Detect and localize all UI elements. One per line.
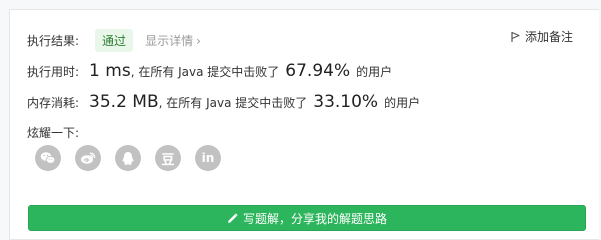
runtime-label: 执行用时: bbox=[27, 64, 80, 79]
memory-value: 35.2 MB bbox=[89, 92, 159, 112]
memory-prefix: , 在所有 Java 提交中击败了 bbox=[158, 95, 308, 110]
result-row: 执行结果: 通过 显示详情 › bbox=[27, 29, 201, 52]
add-note-button[interactable]: 添加备注 bbox=[510, 28, 573, 45]
memory-percent: 33.10% bbox=[313, 92, 379, 112]
chevron-right-icon: › bbox=[196, 33, 201, 48]
flag-icon bbox=[511, 31, 520, 42]
result-card: 执行结果: 通过 显示详情 › 添加备注 执行用时: 1 ms , 在所有 Ja… bbox=[9, 9, 599, 240]
memory-suffix: 的用户 bbox=[384, 95, 421, 110]
show-detail-link[interactable]: 显示详情 › bbox=[145, 32, 201, 49]
write-solution-label: 写题解，分享我的解题思路 bbox=[242, 211, 387, 226]
status-badge: 通过 bbox=[95, 29, 134, 52]
wechat-icon[interactable] bbox=[35, 145, 61, 171]
runtime-percent: 67.94% bbox=[285, 61, 351, 81]
share-title: 炫耀一下: bbox=[27, 126, 80, 140]
weibo-icon[interactable] bbox=[75, 145, 101, 171]
write-solution-button[interactable]: 写题解，分享我的解题思路 bbox=[28, 205, 586, 231]
runtime-value: 1 ms bbox=[89, 61, 131, 81]
pencil-icon bbox=[227, 212, 238, 223]
show-detail-label: 显示详情 bbox=[145, 34, 194, 48]
result-label: 执行结果: bbox=[27, 34, 80, 48]
runtime-suffix: 的用户 bbox=[356, 64, 393, 79]
memory-label: 内存消耗: bbox=[27, 95, 80, 110]
douban-icon[interactable]: 豆 bbox=[155, 145, 181, 171]
memory-row: 内存消耗: 35.2 MB , 在所有 Java 提交中击败了 33.10% 的… bbox=[27, 92, 420, 112]
linkedin-icon[interactable]: in bbox=[195, 145, 221, 171]
qq-icon[interactable] bbox=[115, 145, 141, 171]
share-icons: 豆 in bbox=[35, 145, 235, 171]
add-note-label: 添加备注 bbox=[524, 30, 573, 44]
runtime-row: 执行用时: 1 ms , 在所有 Java 提交中击败了 67.94% 的用户 bbox=[27, 61, 392, 81]
runtime-prefix: , 在所有 Java 提交中击败了 bbox=[130, 64, 280, 79]
